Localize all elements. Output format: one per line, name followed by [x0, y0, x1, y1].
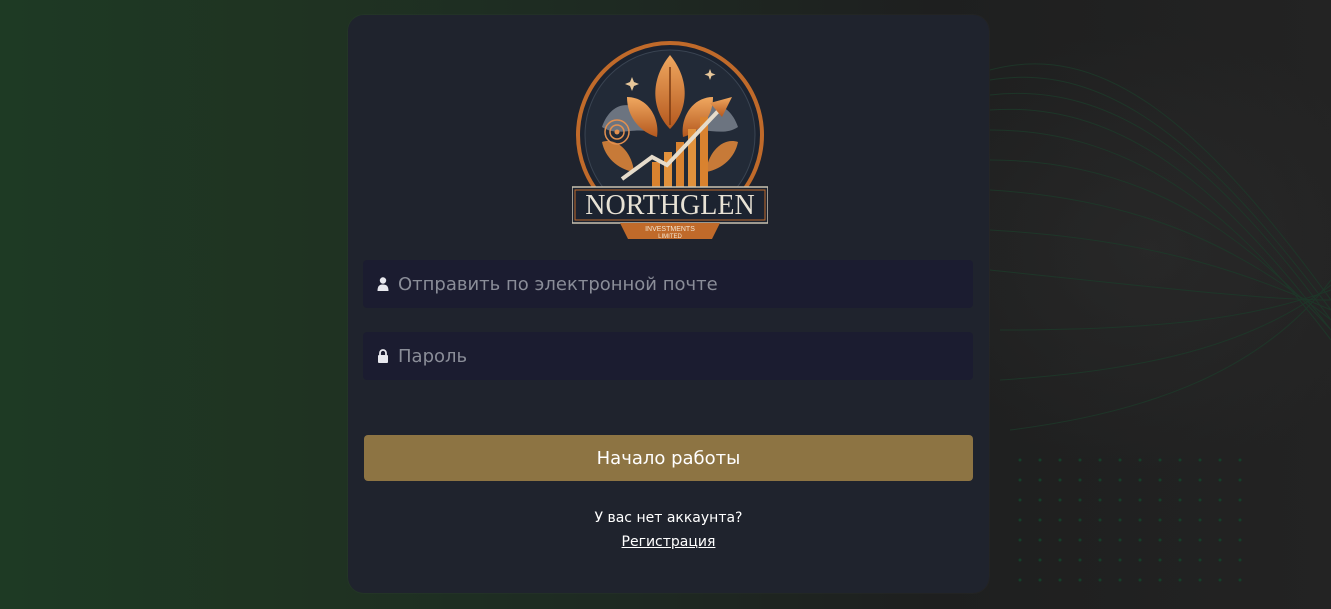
register-link[interactable]: Регистрация: [622, 534, 716, 550]
email-input[interactable]: [398, 260, 973, 308]
register-link-wrapper: Регистрация: [348, 534, 989, 550]
email-field[interactable]: [363, 260, 973, 308]
northglen-logo: NORTHGLEN INVESTMENTS LIMITED: [572, 41, 768, 240]
logo-tagline-1: INVESTMENTS: [645, 226, 695, 233]
password-field[interactable]: [363, 332, 973, 380]
start-button[interactable]: Начало работы: [364, 435, 973, 481]
logo-brand-text: NORTHGLEN: [585, 190, 754, 221]
user-icon: [377, 277, 389, 291]
password-input[interactable]: [398, 332, 973, 380]
login-card: NORTHGLEN INVESTMENTS LIMITED Начало раб…: [348, 15, 989, 593]
logo-tagline-2: LIMITED: [658, 234, 682, 240]
no-account-text: У вас нет аккаунта?: [594, 510, 743, 526]
lock-icon: [378, 349, 388, 363]
